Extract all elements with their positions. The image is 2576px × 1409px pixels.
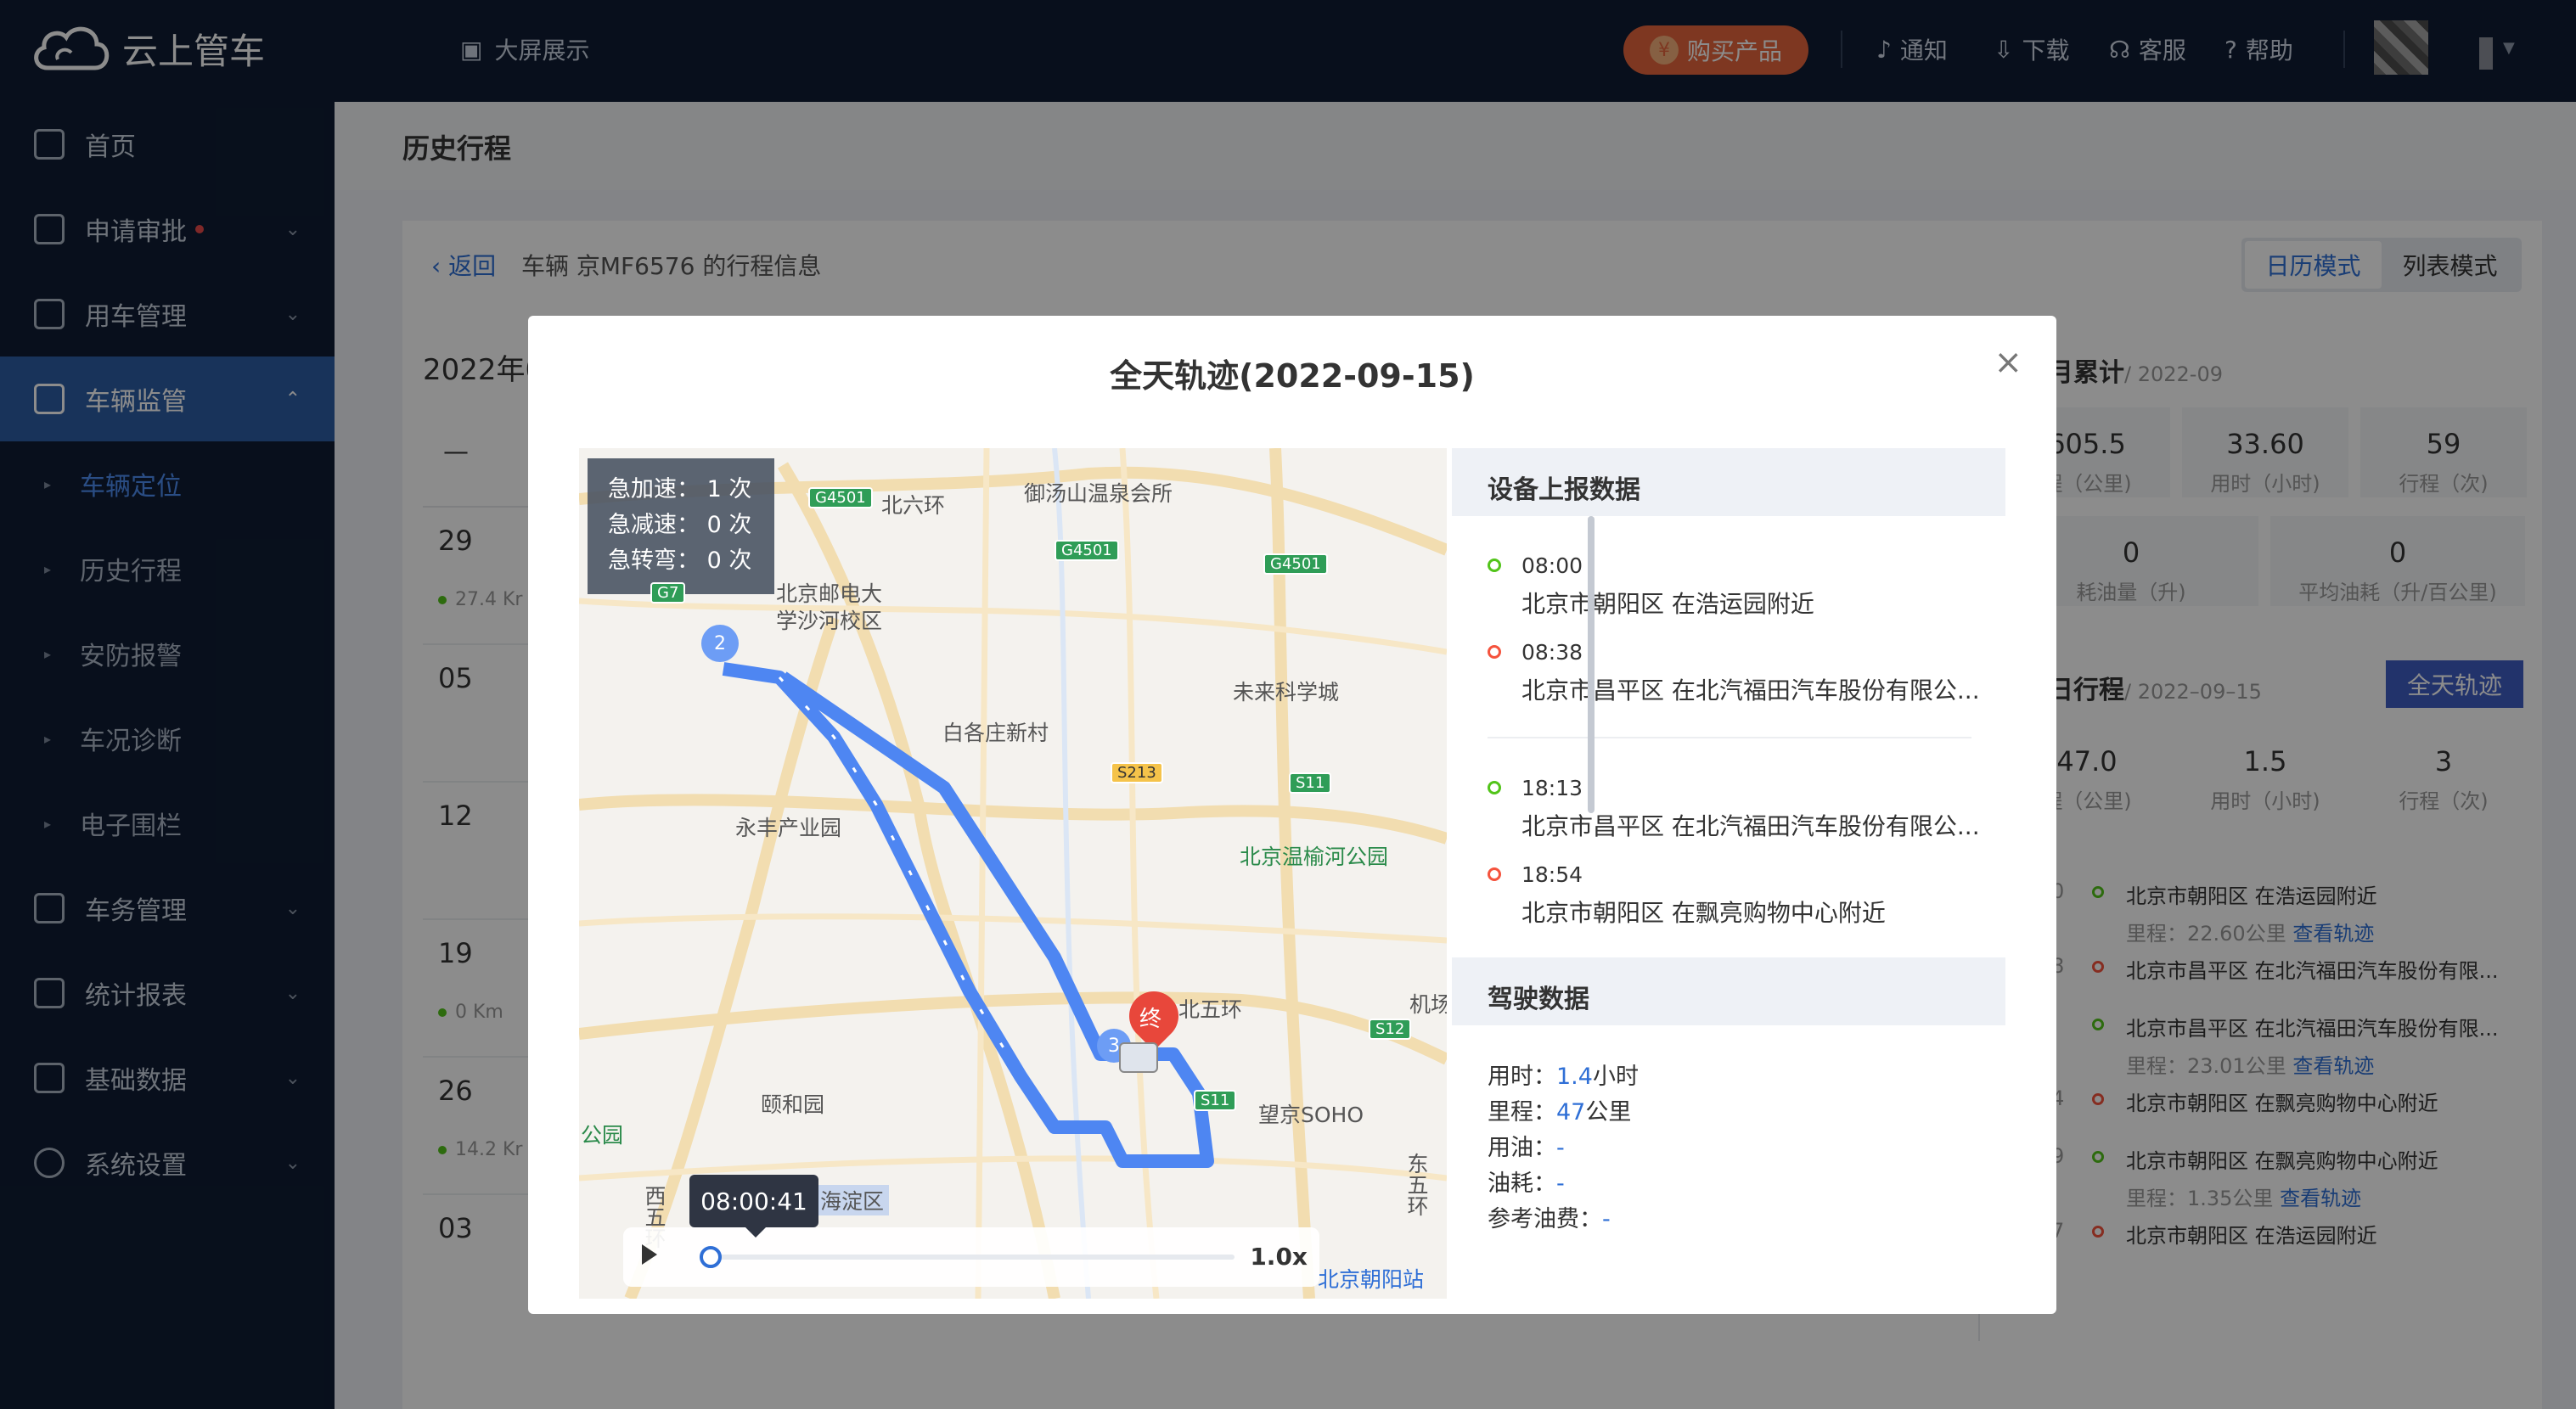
event-value: 1 次 xyxy=(706,476,752,502)
drive-value: - xyxy=(1556,1135,1565,1161)
drive-value: 1.4 xyxy=(1556,1064,1593,1090)
modal-title: 全天轨迹(2022-09-15) xyxy=(1110,357,1475,395)
drive-label: 用时： xyxy=(1488,1064,1556,1090)
drive-label: 里程： xyxy=(1488,1099,1556,1126)
waypoint-marker[interactable]: 2 xyxy=(701,625,739,662)
device-addr: 北京市昌平区 在北汽福田汽车股份有限公... xyxy=(1521,812,1980,840)
drive-unit: 公里 xyxy=(1585,1099,1632,1126)
road-badge: S213 xyxy=(1111,762,1163,783)
map-label: 北京朝阳站 xyxy=(1318,1267,1425,1292)
map-label: 北六环 xyxy=(881,493,946,518)
device-time: 08:38 xyxy=(1521,640,1583,665)
road-badge: S11 xyxy=(1289,772,1332,794)
start-dot xyxy=(1488,781,1501,794)
drive-row: 用油：- xyxy=(1488,1129,1565,1162)
drive-label: 用油： xyxy=(1488,1135,1556,1161)
playback-time-tooltip: 08:00:41 xyxy=(689,1175,818,1238)
end-marker-label: 终 xyxy=(1139,1007,1162,1032)
full-track-modal: 全天轨迹(2022-09-15) × 急加速： 1 次 急减速： 0 次 急转弯… xyxy=(528,316,2056,1314)
map-label: 颐和园 xyxy=(761,1092,825,1117)
map-label: 永丰产业园 xyxy=(735,816,842,840)
divider xyxy=(1488,737,1971,738)
event-row: 急加速： 1 次 xyxy=(608,472,754,508)
road-badge: S11 xyxy=(1194,1090,1237,1111)
map-label: 学沙河校区 xyxy=(776,609,883,633)
drive-row: 参考油费：- xyxy=(1488,1200,1611,1233)
drive-row: 用时：1.4小时 xyxy=(1488,1058,1639,1091)
drive-value: - xyxy=(1602,1206,1611,1232)
map-label: 东五环 xyxy=(1404,1153,1429,1216)
event-value: 0 次 xyxy=(706,547,752,574)
playback-track[interactable] xyxy=(700,1255,1235,1260)
road-badge: G4501 xyxy=(808,487,873,508)
map-label: 北五环 xyxy=(1178,997,1243,1022)
drive-header: 驾驶数据 xyxy=(1452,957,2005,1025)
device-time: 18:54 xyxy=(1521,862,1583,887)
car-icon xyxy=(1119,1042,1158,1073)
event-label: 急加速： xyxy=(608,476,700,502)
drive-label: 参考油费： xyxy=(1488,1206,1602,1232)
speed-selector[interactable]: 1.0x xyxy=(1250,1243,1308,1271)
playback-knob[interactable] xyxy=(700,1246,722,1268)
drive-label: 油耗： xyxy=(1488,1170,1556,1197)
end-dot xyxy=(1488,645,1501,659)
event-row: 急转弯： 0 次 xyxy=(608,543,754,579)
road-badge: G4501 xyxy=(1055,540,1119,561)
event-label: 急减速： xyxy=(608,512,700,538)
drive-value: - xyxy=(1556,1170,1565,1197)
map-label: 公园 xyxy=(581,1123,624,1148)
road-badge: G7 xyxy=(650,582,686,603)
close-icon[interactable]: × xyxy=(1994,343,2022,382)
drive-row: 里程：47公里 xyxy=(1488,1093,1631,1126)
device-time: 08:00 xyxy=(1521,553,1583,578)
start-dot xyxy=(1488,559,1501,572)
end-dot xyxy=(1488,867,1501,881)
playback-bar: 1.0x xyxy=(623,1227,1319,1287)
map-label: 未来科学城 xyxy=(1233,680,1340,704)
event-summary: 急加速： 1 次 急减速： 0 次 急转弯： 0 次 xyxy=(588,458,774,594)
drive-unit: 小时 xyxy=(1592,1064,1639,1090)
drive-row: 油耗：- xyxy=(1488,1165,1565,1198)
map-label: 望京SOHO xyxy=(1258,1103,1364,1127)
play-icon[interactable] xyxy=(642,1244,657,1265)
drive-value: 47 xyxy=(1556,1099,1586,1126)
map-label: 机场 xyxy=(1409,992,1447,1017)
device-time: 18:13 xyxy=(1521,776,1583,800)
map-label: 北京邮电大 xyxy=(776,581,883,606)
event-value: 0 次 xyxy=(706,512,752,538)
device-header: 设备上报数据 xyxy=(1452,448,2005,516)
event-row: 急减速： 0 次 xyxy=(608,508,754,543)
device-addr: 北京市朝阳区 在飘亮购物中心附近 xyxy=(1521,899,1886,927)
map-label: 御汤山温泉会所 xyxy=(1024,481,1173,506)
map-label: 海淀区 xyxy=(815,1185,890,1215)
map-label: 白各庄新村 xyxy=(942,721,1049,745)
scrollbar[interactable] xyxy=(1588,516,1595,813)
event-label: 急转弯： xyxy=(608,547,700,574)
track-map[interactable]: 急加速： 1 次 急减速： 0 次 急转弯： 0 次 北六环 御汤山温泉会所 北… xyxy=(579,448,1447,1299)
map-label: 北京温榆河公园 xyxy=(1240,845,1389,869)
road-badge: G4501 xyxy=(1263,553,1328,575)
data-panel: 设备上报数据 08:00 北京市朝阳区 在浩运园附近 08:38 北京市昌平区 … xyxy=(1452,448,2005,1299)
road-badge: S12 xyxy=(1369,1019,1412,1040)
